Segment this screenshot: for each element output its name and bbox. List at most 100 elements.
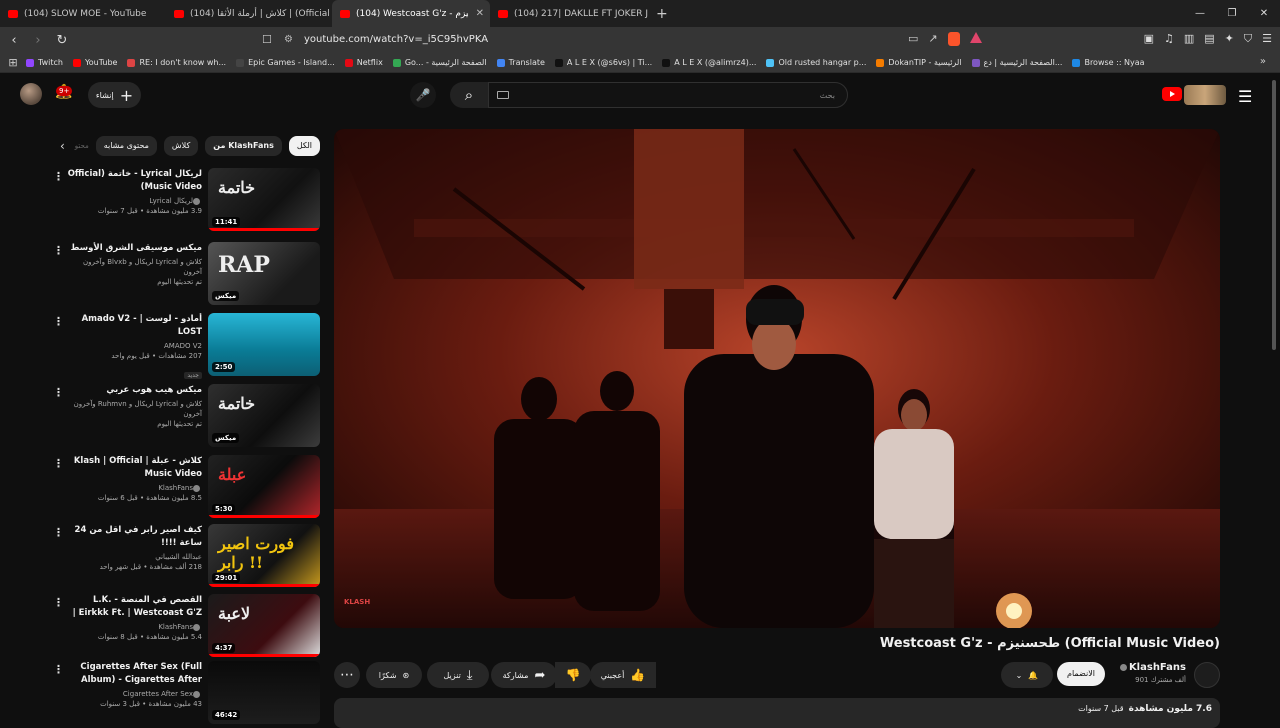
avatar[interactable] <box>20 83 42 105</box>
recommendation-thumbnail[interactable]: فورت اصير رابر !! 29:01 <box>208 524 320 587</box>
share-page-icon[interactable]: ↗ <box>928 32 937 46</box>
close-tab-icon[interactable]: ✕ <box>476 8 484 19</box>
vpn-icon[interactable]: ⛉ <box>1244 32 1252 46</box>
more-vert-icon[interactable]: ⋮ <box>53 386 64 399</box>
recommendation-item[interactable]: ⋮ ميكس موسيقى الشرق الأوسط كلاش و Lyrica… <box>50 242 320 306</box>
recommendation-channel[interactable]: KlashFans <box>64 483 202 493</box>
browser-tab[interactable]: (104) كلاش | أرملة الأثقا | (Official Vi… <box>166 0 332 27</box>
recommendation-title[interactable]: القصص في المنصة - L.K. Eirkkk Ft. | West… <box>64 594 202 620</box>
more-actions-button[interactable]: ⋯ <box>334 662 360 688</box>
more-vert-icon[interactable]: ⋮ <box>53 526 64 539</box>
page-scrollbar[interactable] <box>1272 80 1276 350</box>
cast-icon[interactable]: ▭ <box>908 32 918 46</box>
more-vert-icon[interactable]: ⋮ <box>53 315 64 328</box>
chip-klash[interactable]: كلاش <box>163 136 199 156</box>
youtube-logo-icon[interactable] <box>1162 87 1182 101</box>
menu-icon[interactable]: ☰ <box>1262 32 1272 46</box>
bookmark-item[interactable]: Browse :: Nyaa <box>1072 58 1145 67</box>
chip-all[interactable]: الكل <box>288 136 320 156</box>
recommendation-channel[interactable]: عبدالله الشيباني <box>64 552 202 562</box>
search-icon[interactable]: ⌕ <box>450 82 488 108</box>
recommendation-channel[interactable]: لريكال Lyrical <box>64 196 202 206</box>
recommendation-title[interactable]: Cigarettes After Sex (Full Album) - Ciga… <box>64 661 202 687</box>
chevron-left-icon[interactable]: ‹ <box>60 139 65 153</box>
description-box[interactable]: 7.6 مليون مشاهدة قبل 7 سنوات <box>334 698 1220 728</box>
leo-icon[interactable]: ✦ <box>1225 32 1234 46</box>
bookmark-item[interactable]: YouTube <box>72 58 117 67</box>
recommendation-item[interactable]: ⋮ أمادو - لوست | Amado V2 - LOST AMADO V… <box>50 313 320 379</box>
like-button[interactable]: أعجبني 👍 <box>590 662 656 688</box>
chip-more[interactable]: محتو <box>75 136 89 156</box>
guide-menu-icon[interactable]: ☰ <box>1238 87 1252 106</box>
recommendation-thumbnail[interactable]: 46:42 <box>208 661 320 724</box>
forward-icon[interactable]: › <box>28 33 48 48</box>
recommendation-channel[interactable]: AMADO V2 <box>64 341 202 351</box>
browser-tab[interactable]: (104) 217| DAKLLE FT JOKER JR FT SH <box>490 0 648 27</box>
video-player[interactable]: KLASH <box>334 129 1220 628</box>
recommendation-thumbnail[interactable]: RAP ميكس <box>208 242 320 305</box>
reload-icon[interactable]: ↻ <box>52 33 72 48</box>
restore-icon[interactable]: ❐ <box>1216 0 1248 27</box>
bookmark-item[interactable]: A L E X (@alimrz4)... <box>662 58 756 67</box>
dislike-button[interactable]: 👎 <box>555 662 591 688</box>
more-vert-icon[interactable]: ⋮ <box>53 457 64 470</box>
recommendation-thumbnail[interactable]: خاتمة 11:41 <box>208 168 320 231</box>
recommendation-item[interactable]: ⋮ كيف اصير رابر في اقل من 24 ساعة !!!! ع… <box>50 524 320 588</box>
youtube-doodle[interactable] <box>1184 85 1226 105</box>
minimize-icon[interactable]: — <box>1184 0 1216 27</box>
more-vert-icon[interactable]: ⋮ <box>53 596 64 609</box>
recommendation-channel[interactable]: Cigarettes After Sex <box>64 689 202 699</box>
more-bookmarks-icon[interactable]: » <box>1260 56 1266 67</box>
recommendation-title[interactable]: لريكال Lyrical - خاتمة (Official Music V… <box>64 168 202 194</box>
bookmark-item[interactable]: DokanTIP - الرئيسية <box>876 58 962 67</box>
chip-from-channel[interactable]: من KlashFans <box>205 136 282 156</box>
more-vert-icon[interactable]: ⋮ <box>53 244 64 257</box>
recommendation-title[interactable]: كيف اصير رابر في اقل من 24 ساعة !!!! <box>64 524 202 550</box>
music-icon[interactable]: ♫ <box>1164 32 1174 46</box>
create-button[interactable]: إنشاء + <box>88 82 141 108</box>
brave-rewards-icon[interactable] <box>969 32 982 43</box>
keyboard-icon[interactable] <box>497 91 509 99</box>
url-field[interactable]: ☐ ⚙ youtube.com/watch?v=_i5C95hvPKA <box>262 32 906 48</box>
brave-shield-icon[interactable] <box>947 32 960 46</box>
bookmark-item[interactable]: Epic Games - Island... <box>236 58 335 67</box>
wallet-icon[interactable]: ▤ <box>1204 32 1214 46</box>
recommendation-item[interactable]: ⋮ القصص في المنصة - L.K. Eirkkk Ft. | We… <box>50 594 320 658</box>
recommendation-item[interactable]: ⋮ كلاش - عبلة | Klash | Official Music V… <box>50 455 320 519</box>
recommendation-title[interactable]: أمادو - لوست | Amado V2 - LOST <box>64 313 202 339</box>
close-window-icon[interactable]: ✕ <box>1248 0 1280 27</box>
bookmark-item[interactable]: Translate <box>496 58 545 67</box>
bookmark-item[interactable]: الصفحة الرئيسية | دع... <box>971 58 1062 67</box>
channel-avatar[interactable] <box>1194 662 1220 688</box>
bookmark-item[interactable]: Old rusted hangar p... <box>766 58 866 67</box>
apps-grid-icon[interactable]: ⊞ <box>0 56 26 69</box>
recommendation-thumbnail[interactable]: عبلة 5:30 <box>208 455 320 518</box>
channel-name[interactable]: KlashFans <box>1119 662 1186 673</box>
recommendation-thumbnail[interactable]: لاعبة 4:37 <box>208 594 320 657</box>
site-info-icon[interactable]: ⚙ <box>284 32 293 48</box>
download-button[interactable]: تنزيل ⤓ <box>427 662 489 688</box>
new-tab-button[interactable]: + <box>656 6 668 22</box>
recommendation-title[interactable]: ميكس موسيقى الشرق الأوسط <box>64 242 202 255</box>
chip-related[interactable]: محتوى مشابه <box>95 136 157 156</box>
mic-icon[interactable]: 🎤 <box>410 82 436 108</box>
bookmark-item[interactable]: Twitch <box>26 58 63 67</box>
recommendation-title[interactable]: كلاش - عبلة | Klash | Official Music Vid… <box>64 455 202 481</box>
join-button[interactable]: الانضمام <box>1057 662 1105 686</box>
bookmark-icon[interactable]: ☐ <box>262 32 272 48</box>
more-vert-icon[interactable]: ⋮ <box>53 170 64 183</box>
recommendation-channel[interactable]: كلاش و Lyrical لريكال و Blvxb وآخرون آخر… <box>64 257 202 277</box>
recommendation-thumbnail[interactable]: 2:50 <box>208 313 320 376</box>
bookmark-item[interactable]: Go... - الصفحة الرئيسية <box>392 58 487 67</box>
browser-tab-active[interactable]: (104) Westcoast G'z - طحسنيزم (✕ <box>332 0 490 27</box>
more-vert-icon[interactable]: ⋮ <box>53 663 64 676</box>
recommendation-channel[interactable]: كلاش و Lyrical لريكال و Ruhmvn وآخرون آخ… <box>64 399 202 419</box>
search-input[interactable] <box>488 82 848 108</box>
recommendation-title[interactable]: ميكس هيب هوب عربي <box>64 384 202 397</box>
recommendation-channel[interactable]: KlashFans <box>64 622 202 632</box>
screenshot-icon[interactable]: ▣ <box>1144 32 1154 46</box>
thanks-button[interactable]: شكرًا ⊛ <box>366 662 422 688</box>
bookmark-item[interactable]: RE: I don't know wh... <box>127 58 226 67</box>
back-icon[interactable]: ‹ <box>4 33 24 48</box>
bookmark-item[interactable]: Netflix <box>344 58 383 67</box>
